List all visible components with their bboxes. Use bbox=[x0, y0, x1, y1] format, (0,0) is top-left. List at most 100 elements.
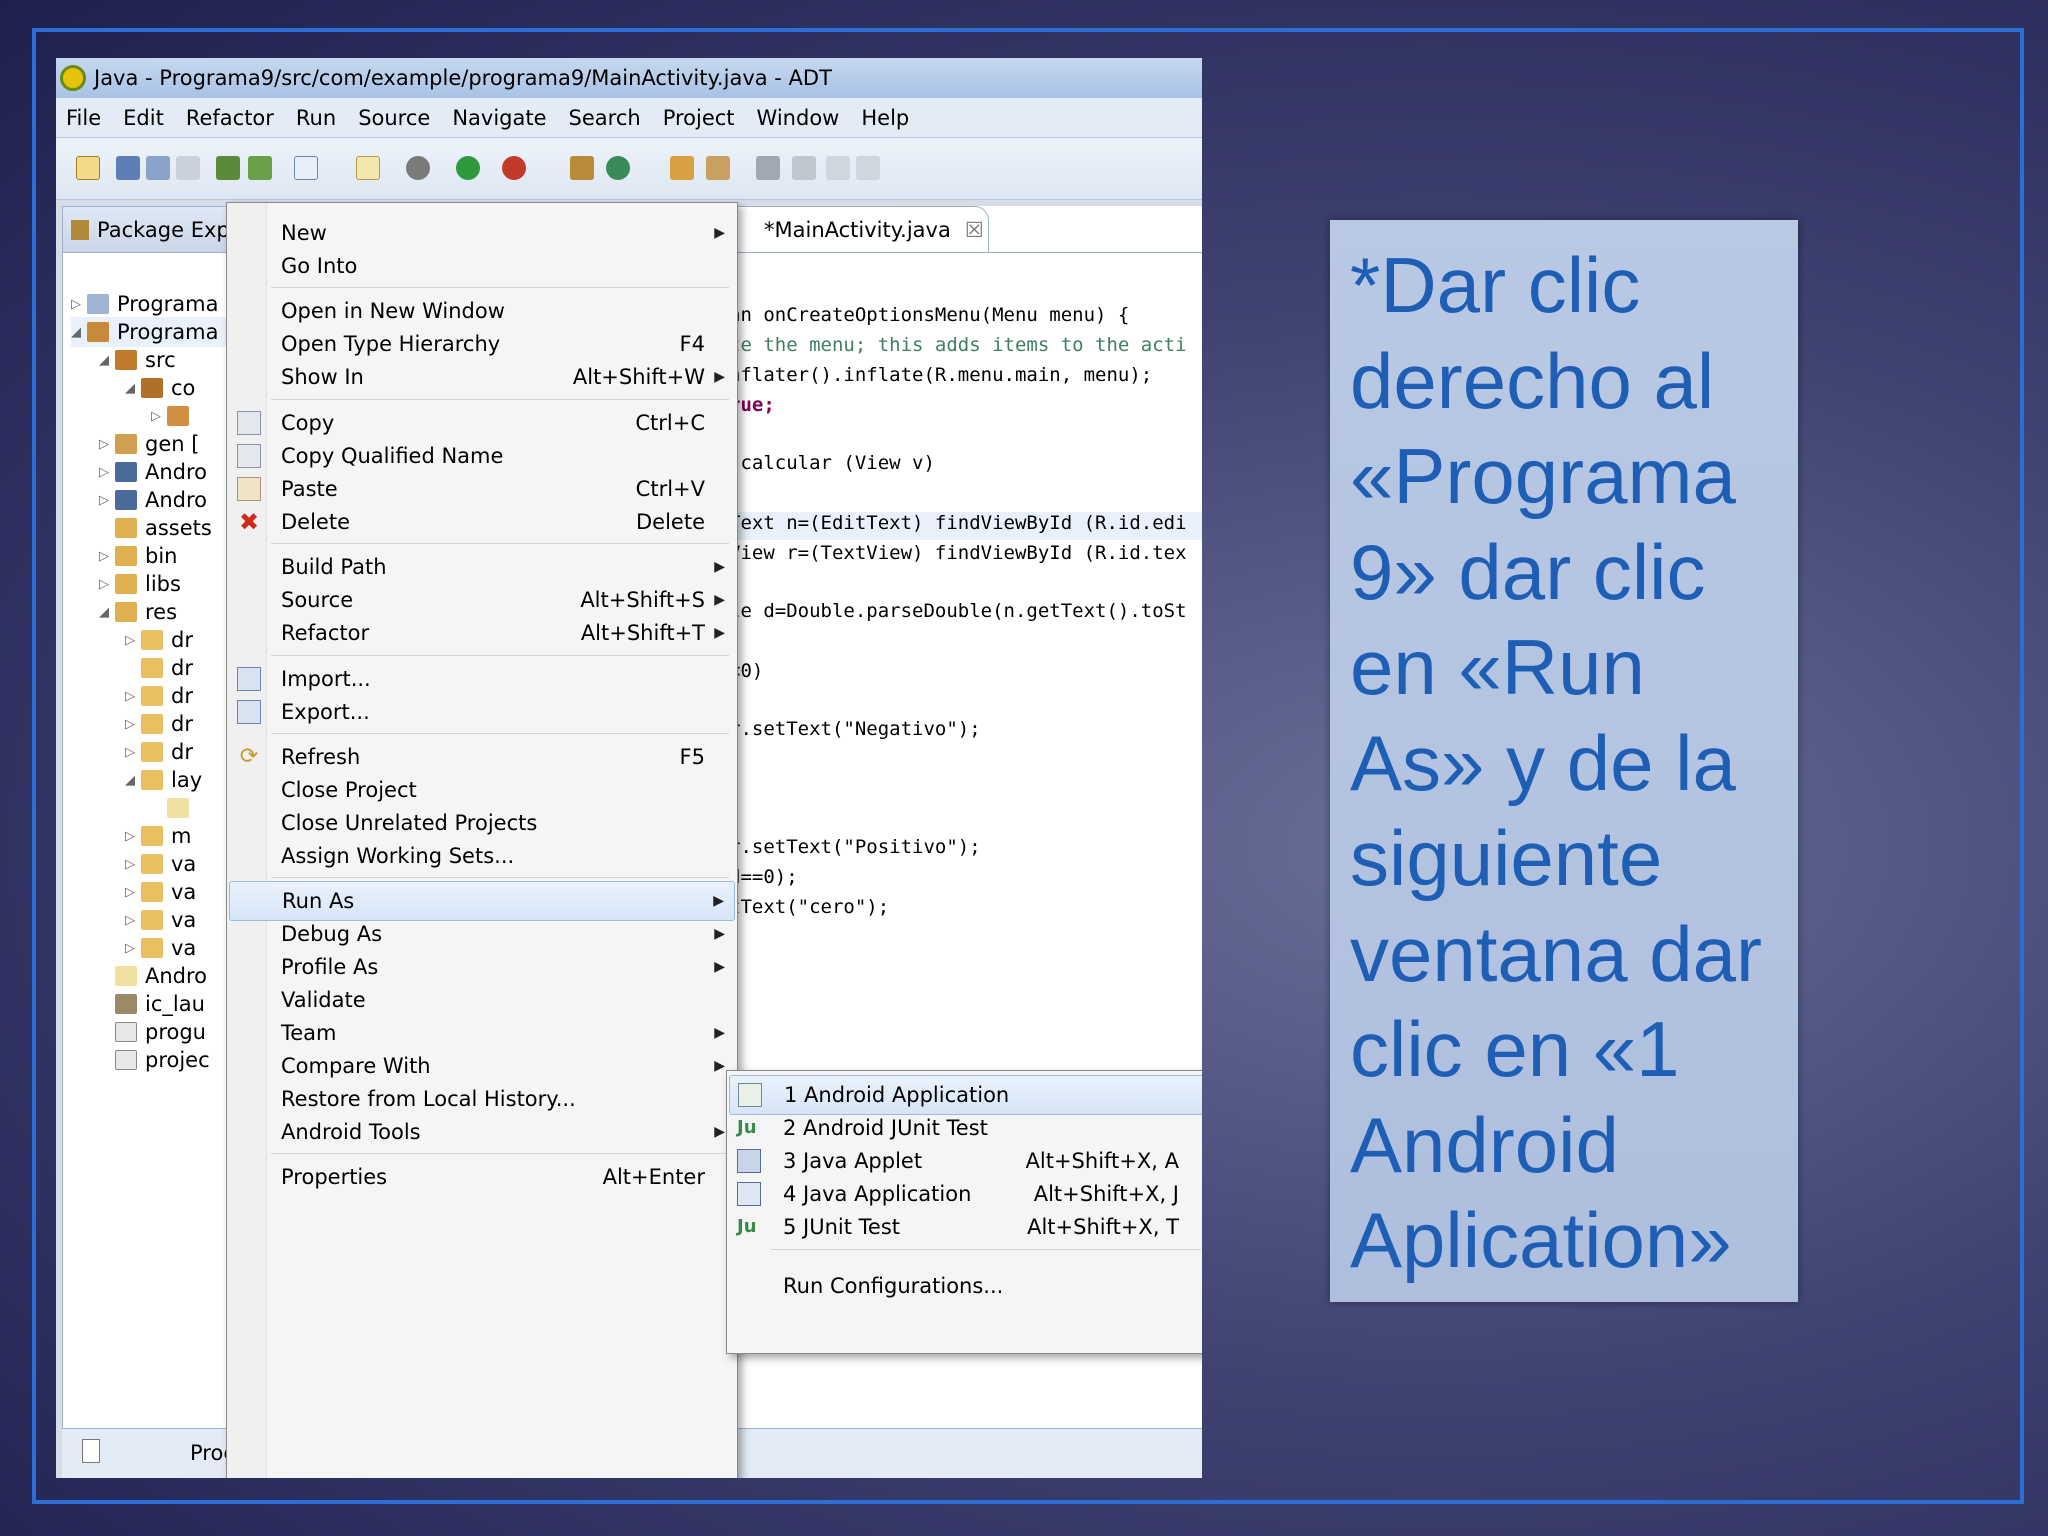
tree-item[interactable]: ▷ libs bbox=[99, 569, 181, 599]
close-tab-icon[interactable]: ☒ bbox=[965, 218, 984, 242]
menubar: File Edit Refactor Run Source Navigate S… bbox=[56, 98, 1202, 138]
tree-item[interactable]: ▷ dr bbox=[125, 625, 193, 655]
menu-file[interactable]: File bbox=[66, 106, 101, 130]
tree-item-selected[interactable]: ◢ Programa bbox=[71, 317, 231, 347]
tree-item[interactable]: assets bbox=[99, 513, 212, 543]
new-class-icon[interactable] bbox=[606, 156, 630, 180]
tree-item[interactable]: ▷ Andro bbox=[99, 485, 207, 515]
folder-icon bbox=[115, 518, 137, 538]
tree-item[interactable]: ◢ co bbox=[125, 373, 195, 403]
caption-text: *Dar clic derecho al «Programa 9» dar cl… bbox=[1350, 241, 1762, 1284]
tree-item[interactable]: ▷ va bbox=[125, 877, 196, 907]
tree-item[interactable] bbox=[167, 793, 197, 823]
package-explorer-icon bbox=[71, 219, 89, 240]
folder-icon bbox=[141, 630, 163, 650]
format-icon[interactable] bbox=[856, 156, 880, 180]
sdk-manager-icon[interactable] bbox=[216, 156, 240, 180]
debug-icon[interactable] bbox=[406, 156, 430, 180]
run-icon[interactable] bbox=[456, 156, 480, 180]
run-as-submenu: 1 Android Application Ju 2 Android JUnit … bbox=[726, 1070, 1202, 1354]
text-file-icon bbox=[115, 1022, 137, 1042]
tree-item[interactable]: progu bbox=[115, 1017, 206, 1047]
android-file-icon[interactable] bbox=[356, 156, 380, 180]
menu-item-assign-working-sets[interactable]: Assign Working Sets... bbox=[229, 836, 735, 876]
search-task-icon[interactable] bbox=[706, 156, 730, 180]
tree-item[interactable]: ▷ va bbox=[125, 849, 196, 879]
new-view-icon[interactable] bbox=[82, 1439, 100, 1463]
tree-item[interactable]: ▷ Andro bbox=[99, 457, 207, 487]
menu-search[interactable]: Search bbox=[569, 106, 641, 130]
tree-item[interactable]: ▷ m bbox=[125, 821, 191, 851]
menu-source[interactable]: Source bbox=[358, 106, 430, 130]
window-titlebar: Java - Programa9/src/com/example/program… bbox=[56, 58, 1202, 98]
menu-item-android-tools[interactable]: Android Tools ▶ bbox=[229, 1112, 735, 1152]
menu-item-export[interactable]: Export... bbox=[229, 692, 735, 732]
toggle-icon[interactable] bbox=[826, 156, 850, 180]
open-type-icon[interactable] bbox=[670, 156, 694, 180]
delete-icon: ✖ bbox=[238, 508, 260, 536]
editor-tab[interactable]: *MainActivity.java ☒ bbox=[729, 206, 989, 252]
menu-item-delete[interactable]: ✖ Delete Delete bbox=[229, 502, 735, 542]
menu-run[interactable]: Run bbox=[296, 106, 336, 130]
annotation-icon[interactable] bbox=[756, 156, 780, 180]
library-icon bbox=[115, 490, 137, 510]
import-icon bbox=[237, 667, 261, 691]
save-all-icon[interactable] bbox=[146, 156, 170, 180]
tree-item[interactable]: dr bbox=[125, 653, 193, 683]
tree-item[interactable]: ▷ va bbox=[125, 933, 196, 963]
code-line: an onCreateOptionsMenu(Menu menu) { bbox=[729, 304, 1130, 326]
folder-icon bbox=[141, 882, 163, 902]
code-line: tText("cero"); bbox=[729, 896, 890, 918]
tree-item[interactable]: ◢ res bbox=[99, 597, 177, 627]
menu-navigate[interactable]: Navigate bbox=[452, 106, 546, 130]
menu-item-properties[interactable]: Properties Alt+Enter bbox=[229, 1157, 735, 1197]
tree-item[interactable]: ic_lau bbox=[115, 989, 205, 1019]
new-icon[interactable] bbox=[76, 156, 100, 180]
copy-qualified-icon bbox=[237, 444, 261, 468]
folder-icon bbox=[115, 574, 137, 594]
menu-edit[interactable]: Edit bbox=[123, 106, 164, 130]
menu-window[interactable]: Window bbox=[757, 106, 840, 130]
tree-item[interactable]: ▷ va bbox=[125, 905, 196, 935]
library-icon bbox=[115, 462, 137, 482]
lint-icon[interactable] bbox=[294, 156, 318, 180]
tree-item[interactable]: ▷ dr bbox=[125, 709, 193, 739]
pen-icon[interactable] bbox=[792, 156, 816, 180]
tree-item[interactable]: ▷ dr bbox=[125, 737, 193, 767]
folder-icon bbox=[141, 938, 163, 958]
tree-item[interactable]: ◢ src bbox=[99, 345, 176, 375]
folder-icon bbox=[141, 826, 163, 846]
text-file-icon bbox=[115, 1050, 137, 1070]
save-icon[interactable] bbox=[116, 156, 140, 180]
tree-item[interactable]: projec bbox=[115, 1045, 210, 1075]
code-line: le d=Double.parseDouble(n.getText().toSt bbox=[729, 600, 1187, 622]
menu-project[interactable]: Project bbox=[663, 106, 735, 130]
tree-item[interactable]: ▷ bbox=[151, 401, 197, 431]
new-package-icon[interactable] bbox=[570, 156, 594, 180]
external-tools-icon[interactable] bbox=[502, 156, 526, 180]
package-explorer-tab[interactable]: Package Explo bbox=[63, 207, 231, 253]
tree-item[interactable]: ▷ bin bbox=[99, 541, 177, 571]
submenu-item-run-configurations[interactable]: Run Configurations... bbox=[729, 1266, 1202, 1306]
package-explorer: Package Explo ▷Programa ◢Programa ◢src ◢… bbox=[62, 206, 232, 1456]
tree-item[interactable]: Andro bbox=[115, 961, 207, 991]
menu-refactor[interactable]: Refactor bbox=[186, 106, 274, 130]
folder-icon bbox=[141, 742, 163, 762]
print-icon[interactable] bbox=[176, 156, 200, 180]
avd-manager-icon[interactable] bbox=[248, 156, 272, 180]
menu-item-show-in[interactable]: Show In Alt+Shift+W ▶ bbox=[229, 357, 735, 397]
folder-icon bbox=[115, 602, 137, 622]
tree-item[interactable]: ▷ gen [ bbox=[99, 429, 199, 459]
menu-help[interactable]: Help bbox=[861, 106, 909, 130]
project-icon bbox=[87, 294, 109, 314]
android-app-icon bbox=[738, 1083, 762, 1107]
main-toolbar bbox=[56, 138, 1202, 200]
ide-screenshot: Java - Programa9/src/com/example/program… bbox=[56, 58, 1202, 1478]
submenu-item-junit-test[interactable]: Ju 5 JUnit Test Alt+Shift+X, T bbox=[729, 1207, 1202, 1247]
tree-item[interactable]: ◢ lay bbox=[125, 765, 202, 795]
menu-item-go-into[interactable]: Go Into bbox=[229, 246, 735, 286]
menu-item-refactor[interactable]: Refactor Alt+Shift+T ▶ bbox=[229, 613, 735, 653]
tree-item[interactable]: ▷ Programa bbox=[71, 289, 218, 319]
tree-item[interactable]: ▷ dr bbox=[125, 681, 193, 711]
copy-icon bbox=[237, 411, 261, 435]
